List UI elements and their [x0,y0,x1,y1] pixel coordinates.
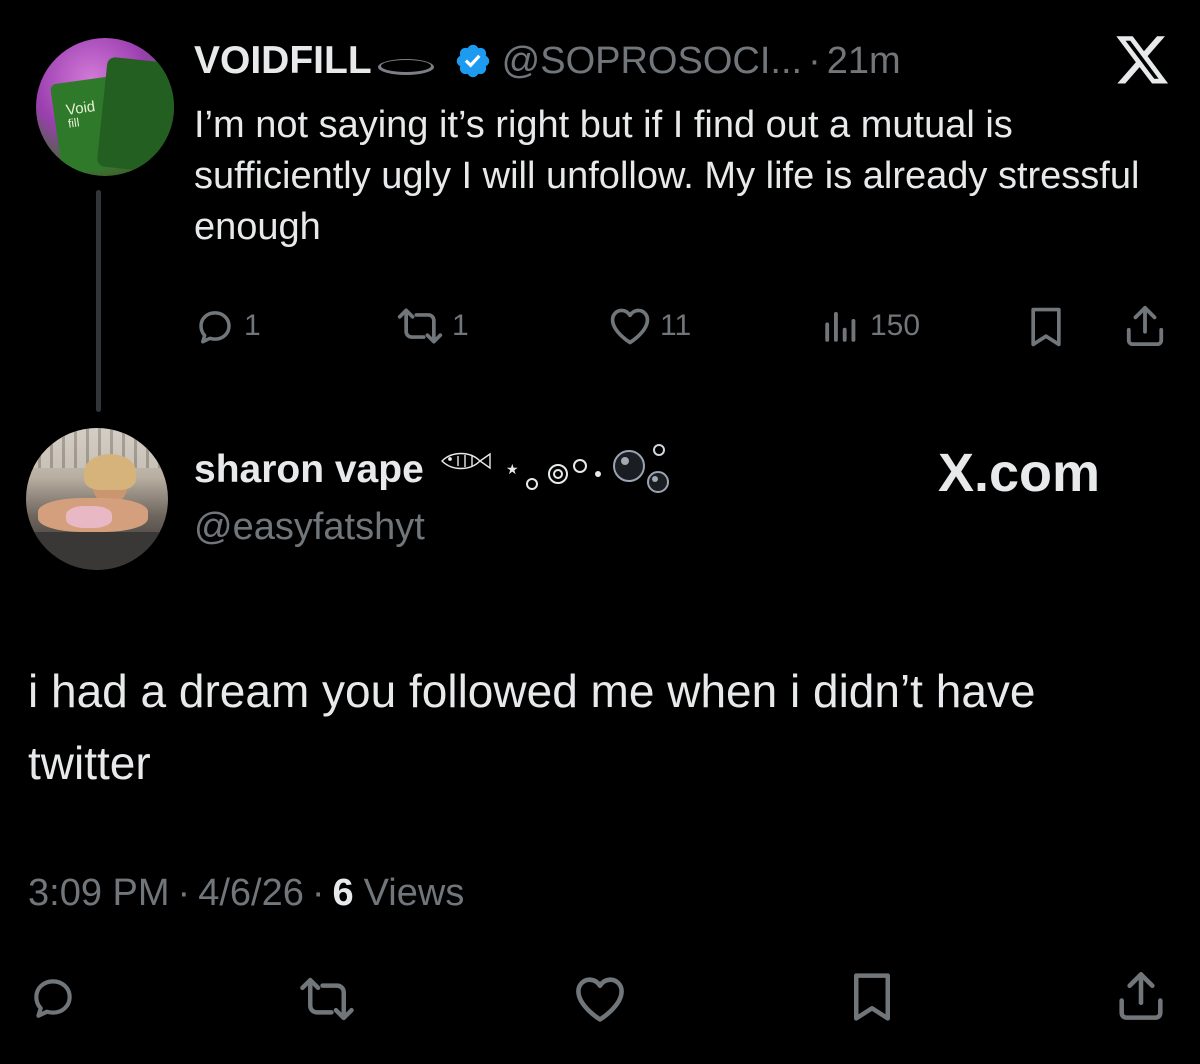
quoted-header: VOIDFILL @SOPROSOCI... · 21m [194,36,901,86]
reply-like-button[interactable] [572,974,628,1024]
verified-badge-icon[interactable] [454,42,492,80]
quoted-like-action[interactable]: 11 [608,304,691,348]
quoted-repost-action[interactable]: 1 [396,304,469,348]
reply-time[interactable]: 3:09 PM [28,872,170,915]
thread-line [96,190,101,412]
reply-meta-separator-1: · [177,872,191,914]
quoted-display-name[interactable]: VOIDFILL [194,39,372,83]
reply-header: sharon vape ★ [194,444,684,496]
quoted-bookmark-icon[interactable] [1026,305,1066,349]
quoted-time[interactable]: 21m [827,40,901,83]
reply-repost-button[interactable] [298,974,356,1024]
quoted-views-count: 150 [870,309,921,342]
reply-bookmark-button[interactable] [848,970,896,1024]
reply-display-name[interactable]: sharon vape [194,448,424,492]
repost-icon [396,305,444,347]
views-icon [820,305,862,347]
reply-meta: 3:09 PM · 4/6/26 · 6 Views [28,872,464,915]
reply-handle[interactable]: @easyfatshyt [194,506,425,549]
fish-emoji-icon [438,447,494,475]
reply-reply-button[interactable] [28,972,78,1022]
quoted-reply-count: 1 [244,309,261,342]
reply-views-count: 6 [332,872,354,914]
x-logo-icon[interactable] [1116,36,1170,86]
reply-share-button[interactable] [1116,968,1166,1024]
quoted-repost-count: 1 [452,309,469,342]
reply-icon [194,305,236,347]
xcom-watermark: X.com [938,443,1101,503]
svg-text:★: ★ [506,462,519,478]
quoted-reply-action[interactable]: 1 [194,304,261,348]
quoted-separator: · [808,39,821,82]
reply-date[interactable]: 4/6/26 [198,872,304,915]
reply-views-label: Views [363,872,465,914]
hole-emoji-icon [374,43,438,79]
sharon-avatar[interactable] [26,428,168,570]
voidfill-avatar[interactable]: Void fill [36,38,174,176]
reply-tweet-text: i had a dream you followed me when i did… [28,665,1036,789]
quoted-views-action[interactable]: 150 [820,304,920,348]
quoted-share-icon[interactable] [1124,303,1166,349]
quoted-like-count: 11 [660,309,692,342]
reply-meta-separator-2: · [311,872,325,914]
sparkle-bubbles-emoji-icon: ★ [504,444,684,496]
avatar-label-line2: fill [67,115,81,131]
quoted-tweet-text: I’m not saying it’s right but if I find … [194,104,1140,248]
quoted-handle[interactable]: @SOPROSOCI... [502,40,802,83]
like-icon [608,305,652,347]
